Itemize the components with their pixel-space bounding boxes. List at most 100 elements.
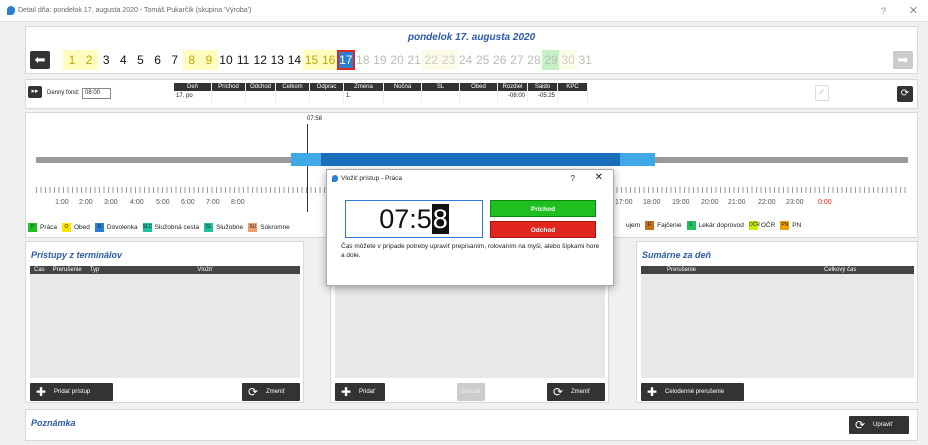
all-day-break-button[interactable]: ✚ Celodenné prerušenie — [641, 383, 744, 401]
day-7[interactable]: 7 — [166, 50, 184, 70]
day-9[interactable]: 9 — [199, 50, 218, 70]
day-1[interactable]: 1 — [63, 50, 81, 70]
legend-swatch: L — [686, 221, 696, 230]
day-25[interactable]: 25 — [474, 50, 492, 70]
time-input[interactable]: 07:58 — [345, 200, 483, 238]
day-4[interactable]: 4 — [114, 50, 132, 70]
change-button[interactable]: ⟳ Zmeniť — [242, 383, 300, 401]
legend-item: ujem — [626, 222, 640, 229]
grid-value — [460, 91, 497, 101]
legend-item: SLC Služobná cesta — [142, 222, 199, 232]
add-button[interactable]: ✚ Pridať — [335, 383, 385, 401]
middle-list[interactable] — [335, 278, 605, 378]
grid-col: Saldo -05:25 — [528, 83, 558, 103]
hour-label: 20:00 — [701, 199, 719, 206]
hour-label: 1:00 — [55, 199, 69, 206]
terminal-access-header: Čas Prerušenie Typ Vložiť — [30, 266, 300, 274]
refresh-icon: ⟳ — [855, 418, 866, 432]
denny-fond-field[interactable]: 08:00 — [82, 88, 111, 99]
timeline-work-end[interactable] — [620, 153, 655, 166]
daily-summary-list[interactable] — [641, 274, 914, 378]
legend-label: ujem — [626, 222, 641, 229]
grid-header: Zmena — [344, 83, 383, 91]
app-icon — [7, 6, 15, 15]
day-17[interactable]: 17 — [336, 50, 355, 70]
col-break: Prerušenie — [667, 267, 697, 273]
day-6[interactable]: 6 — [149, 50, 167, 70]
grid-header: Odchod — [246, 83, 275, 91]
expand-icon[interactable]: ▸▸ — [28, 86, 42, 98]
day-3[interactable]: 3 — [97, 50, 115, 70]
day-23[interactable]: 23 — [439, 50, 458, 70]
timeline-work-start[interactable] — [291, 153, 321, 166]
timeline-marker-line[interactable] — [307, 124, 308, 212]
day-2[interactable]: 2 — [80, 50, 99, 70]
hour-label: 4:00 — [130, 199, 144, 206]
day-30[interactable]: 30 — [559, 50, 578, 70]
day-28[interactable]: 28 — [525, 50, 543, 70]
grid-header: Nočná — [384, 83, 421, 91]
day-21[interactable]: 21 — [405, 50, 423, 70]
grid-header: SL — [422, 83, 459, 91]
hour-label: 21:00 — [728, 199, 746, 206]
day-13[interactable]: 13 — [268, 50, 286, 70]
prev-arrow-icon[interactable]: ⬅ — [30, 51, 50, 69]
confirm-check-icon[interactable]: ✓ — [815, 85, 829, 101]
timeline-work-bar[interactable] — [291, 153, 655, 166]
note-title: Poznámka — [31, 418, 76, 428]
grid-value — [212, 91, 245, 101]
day-31[interactable]: 31 — [576, 50, 594, 70]
day-26[interactable]: 26 — [491, 50, 509, 70]
day-14[interactable]: 14 — [285, 50, 303, 70]
grid-value — [246, 91, 275, 101]
day-16[interactable]: 16 — [319, 50, 338, 70]
legend-item: OČR OČR — [748, 221, 775, 230]
grid-col: KPČ — [558, 83, 588, 103]
grid-header: Saldo — [528, 83, 557, 91]
legend-item: F Fajčenie — [645, 221, 682, 230]
day-20[interactable]: 20 — [388, 50, 406, 70]
grid-header: KPČ — [558, 83, 587, 91]
change-button[interactable]: ⟳ Zmeniť — [547, 383, 605, 401]
date-navigator: pondelok 17. augusta 2020 ⬅ 1 2 3 4 5 6 7 8 9 10 1… — [25, 26, 918, 74]
hour-label: 19:00 — [672, 199, 690, 206]
daily-summary-title: Sumárne za deň — [642, 250, 712, 260]
day-22[interactable]: 22 — [422, 50, 441, 70]
day-selector: 1 2 3 4 5 6 7 8 9 10 11 12 13 14 15 16 17 18 19 20 21 22 23 24 2… — [63, 50, 593, 70]
departure-button[interactable]: Odchod — [490, 221, 596, 238]
plus-icon: ✚ — [647, 385, 658, 399]
hour-label: 7:00 — [206, 199, 220, 206]
grid-col: Nočná — [384, 83, 422, 103]
day-11[interactable]: 11 — [234, 50, 252, 70]
add-access-button[interactable]: ✚ Pridať prístup — [30, 383, 113, 401]
refresh-icon: ⟳ — [248, 385, 259, 399]
day-24[interactable]: 24 — [457, 50, 475, 70]
day-10[interactable]: 10 — [217, 50, 235, 70]
day-8[interactable]: 8 — [182, 50, 201, 70]
close-icon[interactable]: ✕ — [909, 4, 918, 17]
day-29[interactable]: 29 — [542, 50, 561, 70]
next-arrow-icon[interactable]: ➡ — [893, 51, 913, 69]
close-icon[interactable]: ✕ — [595, 172, 603, 183]
day-15[interactable]: 15 — [302, 50, 321, 70]
help-icon[interactable]: ? — [881, 6, 886, 16]
legend-swatch: PN — [780, 221, 790, 230]
arrival-button[interactable]: Príchod — [490, 200, 596, 217]
refresh-icon[interactable]: ⟳ — [897, 86, 913, 102]
day-5[interactable]: 5 — [131, 50, 149, 70]
edit-button[interactable]: ⟳ Upraviť — [849, 416, 909, 434]
legend-swatch: D — [94, 222, 104, 232]
plus-icon: ✚ — [36, 385, 47, 399]
day-12[interactable]: 12 — [251, 50, 269, 70]
day-19[interactable]: 19 — [371, 50, 389, 70]
help-icon[interactable]: ? — [571, 174, 575, 183]
grid-header: Odprac — [310, 83, 343, 91]
hour-label: 8:00 — [231, 199, 245, 206]
delete-button[interactable]: Zmazať — [457, 383, 485, 401]
refresh-icon: ⟳ — [553, 385, 564, 399]
grid-col: Celkom — [276, 83, 310, 103]
day-18[interactable]: 18 — [354, 50, 372, 70]
terminal-access-list[interactable] — [30, 274, 300, 378]
timeline-marker-label: 07:58 — [307, 116, 323, 122]
day-27[interactable]: 27 — [508, 50, 526, 70]
